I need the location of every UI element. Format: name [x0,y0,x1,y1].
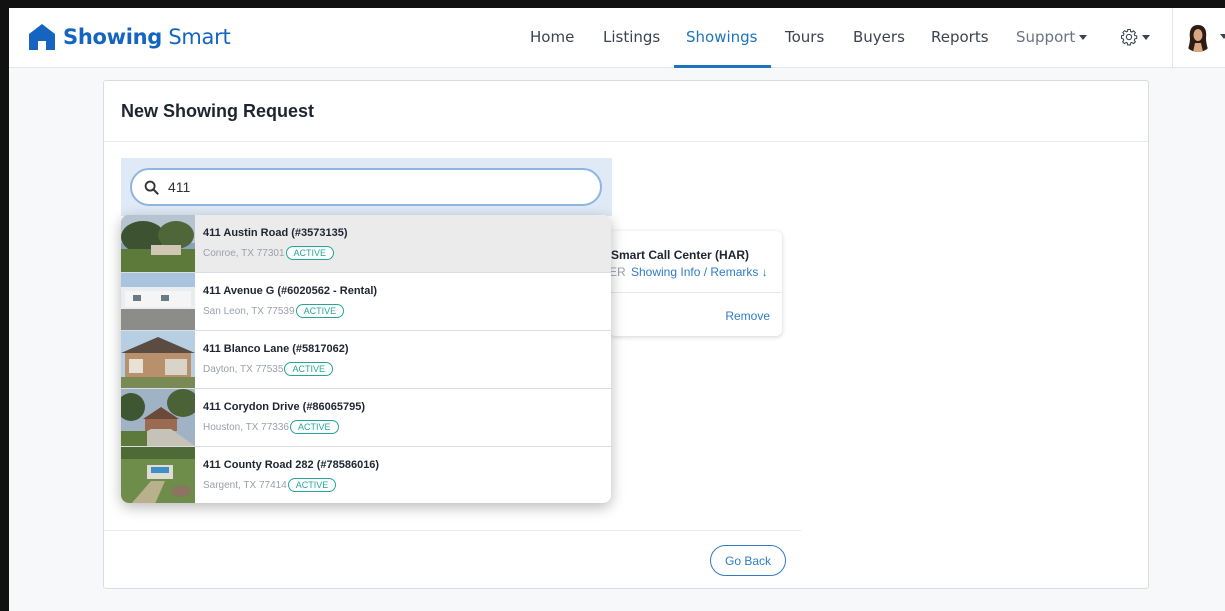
house-logo-icon [29,24,55,50]
nav-reports[interactable]: Reports [931,28,989,46]
chevron-down-icon [1220,34,1225,39]
search-result-item[interactable]: 411 County Road 282 (#78586016) Sargent,… [121,447,611,503]
property-thumbnail [121,273,195,330]
result-address: Houston, TX 77336 ACTIVE [203,420,339,434]
nav-home[interactable]: Home [530,28,574,46]
status-badge: ACTIVE [284,362,333,376]
search-result-item[interactable]: 411 Blanco Lane (#5817062) Dayton, TX 77… [121,331,611,389]
divider [104,141,1148,142]
property-thumbnail [121,215,195,272]
search-result-item[interactable]: 411 Corydon Drive (#86065795) Houston, T… [121,389,611,447]
status-badge: ACTIVE [285,246,335,260]
result-title: 411 Avenue G (#6020562 - Rental) [203,285,378,297]
chevron-down-icon [1079,35,1088,40]
nav-listings[interactable]: Listings [603,28,660,46]
brand-name: Showing Smart [63,25,231,49]
user-avatar[interactable] [1183,22,1213,52]
result-address-text: Dayton, TX 77535 [203,363,284,375]
search-icon [144,180,159,195]
gear-icon [1120,28,1138,46]
search-input[interactable] [168,179,588,195]
nav-buyers[interactable]: Buyers [853,28,905,46]
search-container [121,158,612,216]
result-address-text: Sargent, TX 77414 [203,479,287,491]
search-box [130,168,602,206]
nav-separator [1172,8,1173,68]
result-address-text: San Leon, TX 77539 [203,305,295,317]
chevron-down-icon [1142,34,1150,40]
agent-name: Smart Call Center (HAR) [611,248,750,262]
result-address: Conroe, TX 77301 ACTIVE [203,246,335,260]
remove-button[interactable]: Remove [725,309,770,323]
status-badge: ACTIVE [295,304,345,318]
property-thumbnail [121,331,195,388]
property-thumbnail [121,389,195,446]
result-address: Dayton, TX 77535 ACTIVE [203,362,333,376]
status-badge: ACTIVE [290,420,339,434]
result-title: 411 County Road 282 (#78586016) [203,459,380,471]
result-address-text: Houston, TX 77336 [203,421,289,433]
showing-info-link[interactable]: Showing Info / Remarks ↓ [631,265,768,279]
brand-logo[interactable]: Showing Smart [27,22,231,52]
result-title: 411 Corydon Drive (#86065795) [203,401,366,413]
search-result-item[interactable]: 411 Austin Road (#3573135) Conroe, TX 77… [121,215,611,273]
agent-role: ER [609,265,626,279]
status-badge: ACTIVE [287,478,337,492]
nav-tours[interactable]: Tours [785,28,824,46]
page-title: New Showing Request [121,101,315,121]
active-tab-indicator [674,65,771,68]
top-navbar: Showing Smart Home Listings Showings Tou… [9,8,1225,68]
property-thumbnail [121,447,195,503]
result-address: San Leon, TX 77539 ACTIVE [203,304,345,318]
search-results-dropdown: 411 Austin Road (#3573135) Conroe, TX 77… [121,215,611,503]
nav-support-label: Support [1016,28,1076,46]
go-back-button[interactable]: Go Back [710,545,786,576]
result-address: Sargent, TX 77414 ACTIVE [203,478,337,492]
divider [104,530,801,531]
divider [609,292,782,293]
nav-support[interactable]: Support [1016,28,1088,46]
result-address-text: Conroe, TX 77301 [203,247,285,259]
settings-menu[interactable] [1120,28,1150,46]
result-title: 411 Blanco Lane (#5817062) [203,343,349,355]
avatar-image [1183,22,1213,52]
search-result-item[interactable]: 411 Avenue G (#6020562 - Rental) San Leo… [121,273,611,331]
result-title: 411 Austin Road (#3573135) [203,227,348,239]
agent-card: Smart Call Center (HAR) ER Showing Info … [609,231,782,336]
nav-showings[interactable]: Showings [686,28,757,46]
